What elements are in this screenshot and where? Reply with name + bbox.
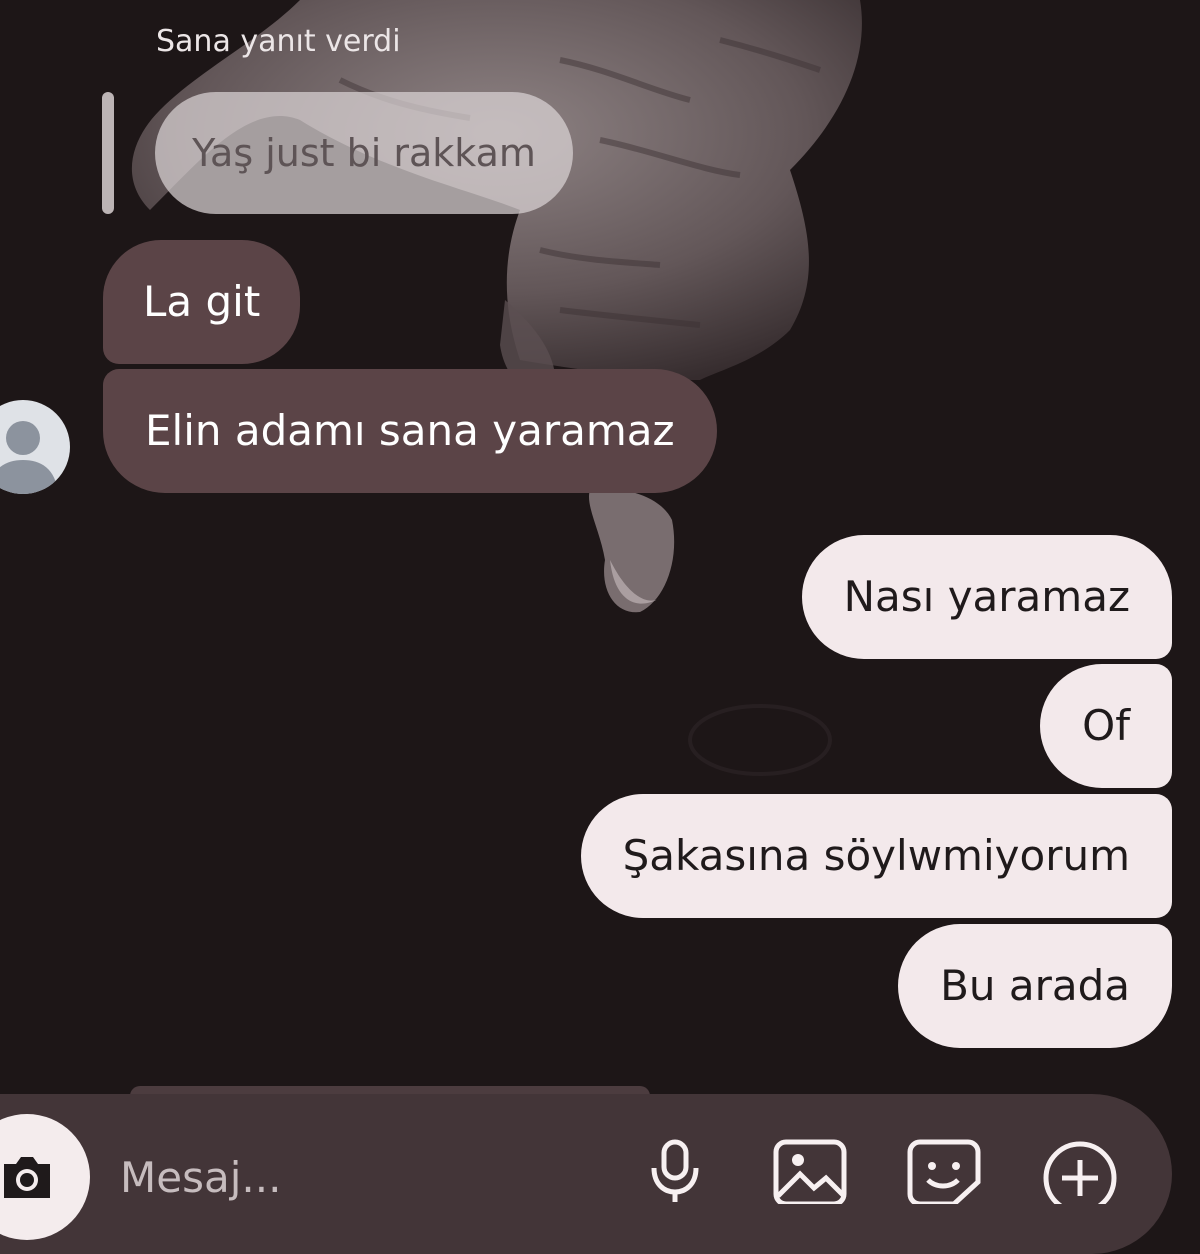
reply-indicator-bar — [102, 92, 114, 214]
gallery-icon[interactable] — [772, 1138, 848, 1204]
incoming-message-bubble[interactable]: La git — [103, 240, 301, 364]
camera-icon — [4, 1157, 50, 1198]
plus-icon[interactable] — [1040, 1138, 1120, 1204]
incoming-message-bubble[interactable]: Elin adamı sana yaramaz — [103, 369, 717, 493]
sticker-icon[interactable] — [906, 1138, 982, 1204]
outgoing-message-bubble[interactable]: Şakasına söylwmiyorum — [580, 794, 1172, 918]
message-input[interactable] — [118, 1146, 602, 1208]
outgoing-message-bubble[interactable]: Of — [1040, 664, 1172, 788]
quoted-message-bubble[interactable]: Yaş just bi rakkam — [155, 92, 573, 214]
outgoing-message-bubble[interactable]: Nası yaramaz — [801, 535, 1172, 659]
microphone-icon[interactable] — [642, 1138, 708, 1204]
outgoing-message-bubble[interactable]: Bu arada — [898, 924, 1172, 1048]
reply-caption: Sana yanıt verdi — [156, 24, 401, 59]
